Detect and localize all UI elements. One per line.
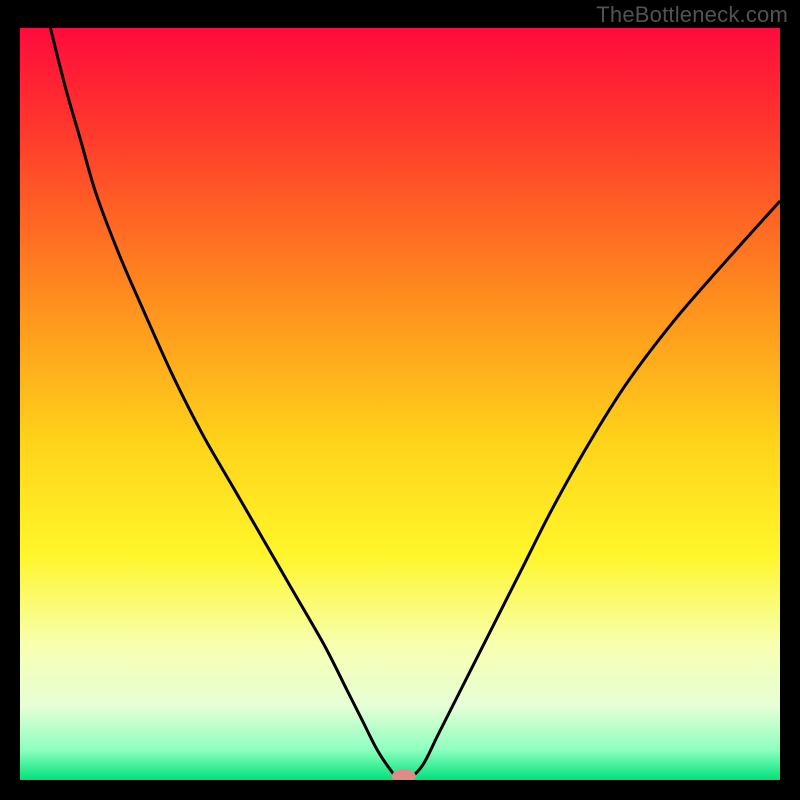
watermark-text: TheBottleneck.com	[596, 2, 788, 28]
bottleneck-chart	[20, 28, 780, 780]
chart-plot-area	[20, 28, 780, 780]
gradient-background	[20, 28, 780, 780]
chart-frame: TheBottleneck.com	[0, 0, 800, 800]
